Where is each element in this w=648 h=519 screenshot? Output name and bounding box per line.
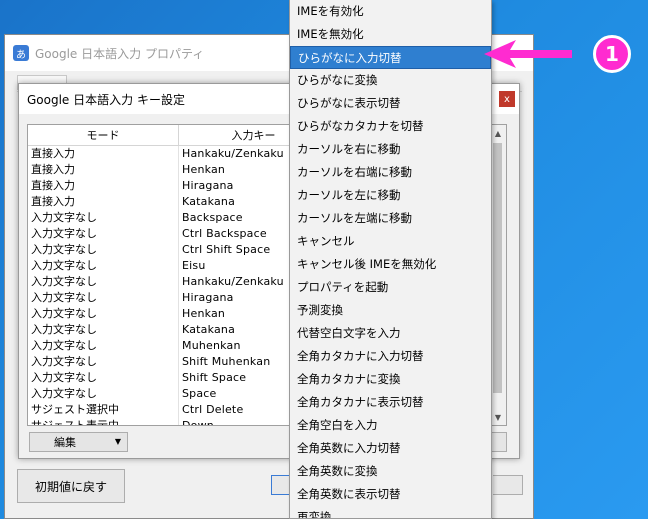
menu-item[interactable]: キャンセル後 IMEを無効化 bbox=[290, 253, 491, 276]
scroll-down-arrow-icon[interactable]: ▼ bbox=[490, 409, 506, 425]
mode-cell: 直接入力 bbox=[28, 178, 179, 194]
menu-item[interactable]: 代替空白文字を入力 bbox=[290, 322, 491, 345]
reset-defaults-button[interactable]: 初期値に戻す bbox=[17, 469, 125, 503]
menu-item[interactable]: カーソルを左に移動 bbox=[290, 184, 491, 207]
mode-cell: 入力文字なし bbox=[28, 242, 179, 258]
menu-item[interactable]: 全角空白を入力 bbox=[290, 414, 491, 437]
menu-item[interactable]: 予測変換 bbox=[290, 299, 491, 322]
scroll-thumb[interactable] bbox=[493, 143, 502, 393]
menu-item[interactable]: 全角カタカナに変換 bbox=[290, 368, 491, 391]
close-button[interactable]: x bbox=[499, 91, 515, 107]
menu-item[interactable]: 全角英数に表示切替 bbox=[290, 483, 491, 506]
google-ime-app-icon: あ bbox=[13, 45, 29, 61]
menu-item[interactable]: ひらがなカタカナを切替 bbox=[290, 115, 491, 138]
close-icon: x bbox=[504, 93, 510, 105]
menu-item[interactable]: カーソルを左端に移動 bbox=[290, 207, 491, 230]
mode-cell: 入力文字なし bbox=[28, 258, 179, 274]
menu-item[interactable]: カーソルを右に移動 bbox=[290, 138, 491, 161]
properties-window-title: Google 日本語入力 プロパティ bbox=[35, 46, 205, 61]
edit-button-label: 編集 bbox=[54, 436, 76, 449]
mode-cell: 入力文字なし bbox=[28, 290, 179, 306]
annotation-arrow-icon bbox=[484, 40, 572, 68]
menu-item[interactable]: IMEを無効化 bbox=[290, 23, 491, 46]
menu-item[interactable]: カーソルを右端に移動 bbox=[290, 161, 491, 184]
edit-dropdown-button[interactable]: 編集 ▼ bbox=[29, 432, 128, 452]
scroll-up-arrow-icon[interactable]: ▲ bbox=[490, 125, 506, 141]
menu-item[interactable]: ひらがなに入力切替 bbox=[290, 46, 491, 69]
menu-item[interactable]: ひらがなに変換 bbox=[290, 69, 491, 92]
column-header-mode[interactable]: モード bbox=[28, 125, 179, 145]
chevron-down-icon: ▼ bbox=[114, 437, 121, 446]
mode-cell: 直接入力 bbox=[28, 162, 179, 178]
menu-item[interactable]: プロパティを起動 bbox=[290, 276, 491, 299]
menu-item[interactable]: IMEを有効化 bbox=[290, 0, 491, 23]
menu-item[interactable]: ひらがなに表示切替 bbox=[290, 92, 491, 115]
mode-cell: 入力文字なし bbox=[28, 338, 179, 354]
annotation-badge-number: 1 bbox=[605, 42, 619, 66]
mode-cell: 入力文字なし bbox=[28, 322, 179, 338]
mode-cell: サジェスト表示中 bbox=[28, 418, 179, 425]
command-dropdown-menu: IMEを有効化 IMEを無効化 ひらがなに入力切替 ひらがなに変換 ひらがなに表示切替ひ… bbox=[289, 0, 492, 519]
mode-cell: 直接入力 bbox=[28, 194, 179, 210]
mode-cell: 入力文字なし bbox=[28, 210, 179, 226]
apply-button[interactable] bbox=[493, 475, 523, 495]
mode-cell: 入力文字なし bbox=[28, 386, 179, 402]
menu-item[interactable]: 全角英数に変換 bbox=[290, 460, 491, 483]
menu-item[interactable]: 全角英数に入力切替 bbox=[290, 437, 491, 460]
mode-cell: 入力文字なし bbox=[28, 370, 179, 386]
mode-cell: 直接入力 bbox=[28, 146, 179, 162]
annotation-number-badge: 1 bbox=[593, 35, 631, 73]
menu-item[interactable]: 全角カタカナに表示切替 bbox=[290, 391, 491, 414]
menu-item[interactable]: キャンセル bbox=[290, 230, 491, 253]
mode-cell: 入力文字なし bbox=[28, 306, 179, 322]
menu-item[interactable]: 再変換 bbox=[290, 506, 491, 518]
mode-cell: 入力文字なし bbox=[28, 226, 179, 242]
menu-item[interactable]: 全角カタカナに入力切替 bbox=[290, 345, 491, 368]
mode-cell: 入力文字なし bbox=[28, 354, 179, 370]
mode-cell: 入力文字なし bbox=[28, 274, 179, 290]
key-settings-title: Google 日本語入力 キー設定 bbox=[27, 92, 185, 107]
mode-cell: サジェスト選択中 bbox=[28, 402, 179, 418]
